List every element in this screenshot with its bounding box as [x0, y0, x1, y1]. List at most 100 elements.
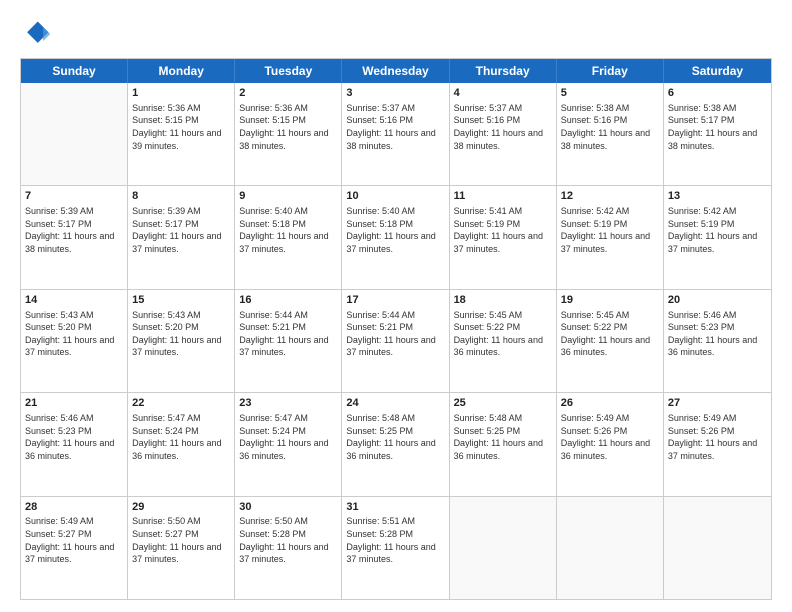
- day-number: 24: [346, 396, 444, 411]
- day-number: 6: [668, 86, 767, 101]
- day-info: Sunrise: 5:50 AMSunset: 5:27 PMDaylight:…: [132, 515, 230, 565]
- day-info: Sunrise: 5:44 AMSunset: 5:21 PMDaylight:…: [239, 309, 337, 359]
- day-info: Sunrise: 5:43 AMSunset: 5:20 PMDaylight:…: [132, 309, 230, 359]
- day-info: Sunrise: 5:38 AMSunset: 5:17 PMDaylight:…: [668, 102, 767, 152]
- day-number: 9: [239, 189, 337, 204]
- day-cell-14: 14Sunrise: 5:43 AMSunset: 5:20 PMDayligh…: [21, 290, 128, 392]
- calendar-header: SundayMondayTuesdayWednesdayThursdayFrid…: [21, 59, 771, 83]
- day-cell-21: 21Sunrise: 5:46 AMSunset: 5:23 PMDayligh…: [21, 393, 128, 495]
- day-cell-3: 3Sunrise: 5:37 AMSunset: 5:16 PMDaylight…: [342, 83, 449, 185]
- day-info: Sunrise: 5:37 AMSunset: 5:16 PMDaylight:…: [346, 102, 444, 152]
- header-day-saturday: Saturday: [664, 59, 771, 83]
- logo-icon: [20, 18, 52, 50]
- day-cell-25: 25Sunrise: 5:48 AMSunset: 5:25 PMDayligh…: [450, 393, 557, 495]
- day-info: Sunrise: 5:37 AMSunset: 5:16 PMDaylight:…: [454, 102, 552, 152]
- day-number: 4: [454, 86, 552, 101]
- day-number: 13: [668, 189, 767, 204]
- day-info: Sunrise: 5:50 AMSunset: 5:28 PMDaylight:…: [239, 515, 337, 565]
- day-cell-9: 9Sunrise: 5:40 AMSunset: 5:18 PMDaylight…: [235, 186, 342, 288]
- day-number: 18: [454, 293, 552, 308]
- day-cell-8: 8Sunrise: 5:39 AMSunset: 5:17 PMDaylight…: [128, 186, 235, 288]
- header-day-wednesday: Wednesday: [342, 59, 449, 83]
- empty-cell: [664, 497, 771, 599]
- empty-cell: [557, 497, 664, 599]
- day-number: 21: [25, 396, 123, 411]
- day-info: Sunrise: 5:47 AMSunset: 5:24 PMDaylight:…: [239, 412, 337, 462]
- header-day-sunday: Sunday: [21, 59, 128, 83]
- header-day-thursday: Thursday: [450, 59, 557, 83]
- day-info: Sunrise: 5:47 AMSunset: 5:24 PMDaylight:…: [132, 412, 230, 462]
- day-number: 23: [239, 396, 337, 411]
- day-number: 27: [668, 396, 767, 411]
- day-number: 1: [132, 86, 230, 101]
- day-cell-16: 16Sunrise: 5:44 AMSunset: 5:21 PMDayligh…: [235, 290, 342, 392]
- day-cell-1: 1Sunrise: 5:36 AMSunset: 5:15 PMDaylight…: [128, 83, 235, 185]
- calendar-row-1: 7Sunrise: 5:39 AMSunset: 5:17 PMDaylight…: [21, 186, 771, 289]
- day-number: 26: [561, 396, 659, 411]
- day-cell-19: 19Sunrise: 5:45 AMSunset: 5:22 PMDayligh…: [557, 290, 664, 392]
- day-number: 17: [346, 293, 444, 308]
- day-number: 8: [132, 189, 230, 204]
- day-info: Sunrise: 5:39 AMSunset: 5:17 PMDaylight:…: [132, 205, 230, 255]
- day-info: Sunrise: 5:45 AMSunset: 5:22 PMDaylight:…: [454, 309, 552, 359]
- day-cell-5: 5Sunrise: 5:38 AMSunset: 5:16 PMDaylight…: [557, 83, 664, 185]
- day-info: Sunrise: 5:45 AMSunset: 5:22 PMDaylight:…: [561, 309, 659, 359]
- calendar-row-2: 14Sunrise: 5:43 AMSunset: 5:20 PMDayligh…: [21, 290, 771, 393]
- day-number: 15: [132, 293, 230, 308]
- day-number: 11: [454, 189, 552, 204]
- day-info: Sunrise: 5:49 AMSunset: 5:27 PMDaylight:…: [25, 515, 123, 565]
- logo: [20, 18, 56, 50]
- day-info: Sunrise: 5:38 AMSunset: 5:16 PMDaylight:…: [561, 102, 659, 152]
- day-info: Sunrise: 5:48 AMSunset: 5:25 PMDaylight:…: [346, 412, 444, 462]
- day-number: 7: [25, 189, 123, 204]
- empty-cell: [21, 83, 128, 185]
- day-cell-27: 27Sunrise: 5:49 AMSunset: 5:26 PMDayligh…: [664, 393, 771, 495]
- day-number: 31: [346, 500, 444, 515]
- day-info: Sunrise: 5:51 AMSunset: 5:28 PMDaylight:…: [346, 515, 444, 565]
- day-info: Sunrise: 5:43 AMSunset: 5:20 PMDaylight:…: [25, 309, 123, 359]
- empty-cell: [450, 497, 557, 599]
- day-cell-13: 13Sunrise: 5:42 AMSunset: 5:19 PMDayligh…: [664, 186, 771, 288]
- day-number: 19: [561, 293, 659, 308]
- day-info: Sunrise: 5:42 AMSunset: 5:19 PMDaylight:…: [561, 205, 659, 255]
- page: SundayMondayTuesdayWednesdayThursdayFrid…: [0, 0, 792, 612]
- day-number: 10: [346, 189, 444, 204]
- day-info: Sunrise: 5:39 AMSunset: 5:17 PMDaylight:…: [25, 205, 123, 255]
- day-info: Sunrise: 5:48 AMSunset: 5:25 PMDaylight:…: [454, 412, 552, 462]
- day-number: 30: [239, 500, 337, 515]
- calendar-row-4: 28Sunrise: 5:49 AMSunset: 5:27 PMDayligh…: [21, 497, 771, 599]
- day-number: 5: [561, 86, 659, 101]
- day-number: 2: [239, 86, 337, 101]
- day-info: Sunrise: 5:44 AMSunset: 5:21 PMDaylight:…: [346, 309, 444, 359]
- day-number: 25: [454, 396, 552, 411]
- calendar: SundayMondayTuesdayWednesdayThursdayFrid…: [20, 58, 772, 600]
- day-number: 14: [25, 293, 123, 308]
- day-info: Sunrise: 5:36 AMSunset: 5:15 PMDaylight:…: [239, 102, 337, 152]
- header-day-friday: Friday: [557, 59, 664, 83]
- day-number: 12: [561, 189, 659, 204]
- day-info: Sunrise: 5:42 AMSunset: 5:19 PMDaylight:…: [668, 205, 767, 255]
- day-info: Sunrise: 5:36 AMSunset: 5:15 PMDaylight:…: [132, 102, 230, 152]
- day-info: Sunrise: 5:46 AMSunset: 5:23 PMDaylight:…: [25, 412, 123, 462]
- day-number: 16: [239, 293, 337, 308]
- day-cell-30: 30Sunrise: 5:50 AMSunset: 5:28 PMDayligh…: [235, 497, 342, 599]
- calendar-row-0: 1Sunrise: 5:36 AMSunset: 5:15 PMDaylight…: [21, 83, 771, 186]
- header-day-tuesday: Tuesday: [235, 59, 342, 83]
- day-cell-26: 26Sunrise: 5:49 AMSunset: 5:26 PMDayligh…: [557, 393, 664, 495]
- header: [20, 18, 772, 50]
- day-number: 20: [668, 293, 767, 308]
- day-info: Sunrise: 5:40 AMSunset: 5:18 PMDaylight:…: [346, 205, 444, 255]
- day-info: Sunrise: 5:49 AMSunset: 5:26 PMDaylight:…: [668, 412, 767, 462]
- day-cell-28: 28Sunrise: 5:49 AMSunset: 5:27 PMDayligh…: [21, 497, 128, 599]
- calendar-body: 1Sunrise: 5:36 AMSunset: 5:15 PMDaylight…: [21, 83, 771, 599]
- day-info: Sunrise: 5:49 AMSunset: 5:26 PMDaylight:…: [561, 412, 659, 462]
- header-day-monday: Monday: [128, 59, 235, 83]
- day-cell-2: 2Sunrise: 5:36 AMSunset: 5:15 PMDaylight…: [235, 83, 342, 185]
- day-cell-4: 4Sunrise: 5:37 AMSunset: 5:16 PMDaylight…: [450, 83, 557, 185]
- day-cell-31: 31Sunrise: 5:51 AMSunset: 5:28 PMDayligh…: [342, 497, 449, 599]
- day-cell-6: 6Sunrise: 5:38 AMSunset: 5:17 PMDaylight…: [664, 83, 771, 185]
- day-number: 3: [346, 86, 444, 101]
- day-cell-15: 15Sunrise: 5:43 AMSunset: 5:20 PMDayligh…: [128, 290, 235, 392]
- day-cell-24: 24Sunrise: 5:48 AMSunset: 5:25 PMDayligh…: [342, 393, 449, 495]
- day-cell-22: 22Sunrise: 5:47 AMSunset: 5:24 PMDayligh…: [128, 393, 235, 495]
